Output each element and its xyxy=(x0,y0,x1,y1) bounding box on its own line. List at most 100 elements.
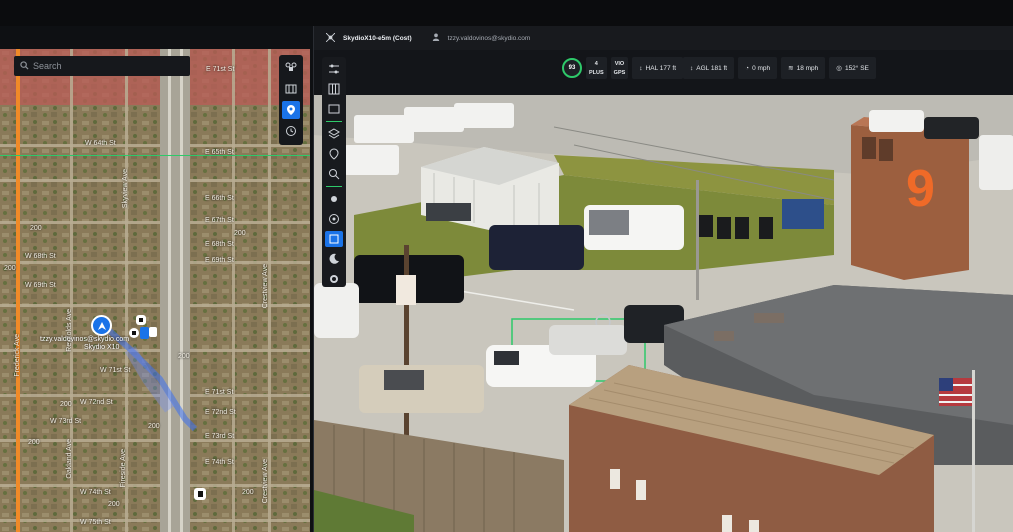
street-label: Fireside Ave xyxy=(120,449,127,488)
navigation-arrow-icon xyxy=(97,321,106,330)
thermal-button[interactable] xyxy=(325,271,343,287)
grid-icon xyxy=(328,83,340,95)
ground-speed: ◔ 0 mph xyxy=(738,57,778,79)
street-label: E 69th St xyxy=(205,257,234,264)
spotlight-button[interactable] xyxy=(325,191,343,207)
map-overlay-button[interactable] xyxy=(325,101,343,117)
street-label: Crestview Ave xyxy=(262,459,269,504)
street-label: E 71st St xyxy=(206,66,235,73)
street-label: Crestview Ave xyxy=(262,264,269,309)
address-number: 200 xyxy=(242,489,254,496)
address-number: 200 xyxy=(30,225,42,232)
app-root: E 71st St W 64th St E 65th St E 66th St … xyxy=(0,0,1013,532)
street-label: W 73rd St xyxy=(50,418,82,425)
user-location-label: tzzy.valdovinos@skydio.com Skydio X10 xyxy=(40,336,129,352)
street-label: Oakland Ave xyxy=(66,439,73,479)
user-location-marker[interactable] xyxy=(91,315,112,336)
sliders-icon xyxy=(329,64,339,74)
telemetry-row: 93 4 PLUS VIO GPS ↕ HAL 177 ft ↕ AGL 181… xyxy=(562,57,876,79)
address-number: 200 xyxy=(178,353,190,360)
drone-group-icon xyxy=(129,315,157,339)
speedometer-icon: ◔ xyxy=(745,64,750,72)
address-number: 200 xyxy=(148,423,160,430)
address-number: 200 xyxy=(234,230,246,237)
layers-icon xyxy=(328,128,340,139)
street-label: E 66th St xyxy=(205,195,234,202)
video-panel: SkydioX10-e5m (Cost) tzzy.valdovinos@sky… xyxy=(313,26,1013,532)
street-label: W 75th St xyxy=(80,519,111,526)
address-number: 200 xyxy=(108,501,120,508)
history-button[interactable] xyxy=(282,122,300,140)
telemetry-bar: 93 4 PLUS VIO GPS ↕ HAL 177 ft ↕ AGL 181… xyxy=(314,50,1013,95)
street-label: E 65th St xyxy=(205,149,234,156)
street-label: E 71st St xyxy=(205,389,234,396)
target-button[interactable] xyxy=(325,211,343,227)
zoom-icon xyxy=(329,168,340,180)
toolbar-separator xyxy=(326,185,342,187)
wind-speed: ≋ 18 mph xyxy=(781,57,826,79)
user-email-label: tzzy.valdovinos@skydio.com xyxy=(40,336,130,343)
map-toolbar xyxy=(279,55,303,145)
battery-value: 93 xyxy=(568,65,576,71)
toolbar-separator xyxy=(326,121,342,122)
map-panel[interactable]: E 71st St W 64th St E 65th St E 66th St … xyxy=(0,49,310,532)
location-pin-icon xyxy=(287,105,295,115)
vio-gps-badge[interactable]: VIO GPS xyxy=(610,57,629,79)
drone-marker-secondary[interactable] xyxy=(194,488,206,500)
target-icon xyxy=(329,213,339,224)
spotlight-icon xyxy=(331,195,337,202)
hal-value: HAL 177 ft xyxy=(645,64,677,72)
map-view-button[interactable] xyxy=(282,80,300,98)
address-number: 200 xyxy=(4,265,16,272)
location-pin-icon xyxy=(329,148,339,160)
altitude-icon: ↕ xyxy=(690,64,694,72)
zoom-button[interactable] xyxy=(325,166,343,182)
top-strip xyxy=(0,0,1013,26)
pilot-email: tzzy.valdovinos@skydio.com xyxy=(447,34,531,42)
video-titlebar: SkydioX10-e5m (Cost) tzzy.valdovinos@sky… xyxy=(314,26,1013,50)
gps-label: GPS xyxy=(613,69,626,76)
tracking-button[interactable] xyxy=(325,230,343,247)
address-number: 200 xyxy=(28,439,40,446)
street-label: Frederick Ave xyxy=(14,334,21,377)
camera-feed[interactable]: 9 xyxy=(314,95,1013,532)
agl-altitude: ↕ AGL 181 ft xyxy=(683,57,735,79)
map-search[interactable] xyxy=(14,56,190,76)
camera-settings-button[interactable] xyxy=(325,61,343,77)
street-label: W 68th St xyxy=(25,253,56,260)
street-label: W 69th St xyxy=(25,282,56,289)
locate-button[interactable] xyxy=(282,101,300,119)
clock-icon xyxy=(286,126,296,136)
layers-button[interactable] xyxy=(282,59,300,77)
hal-altitude: ↕ HAL 177 ft xyxy=(632,57,684,79)
search-icon xyxy=(20,57,29,75)
building-number: 9 xyxy=(906,160,935,218)
search-input[interactable] xyxy=(33,61,183,71)
map-icon xyxy=(285,84,297,94)
wind-icon: ≋ xyxy=(788,65,794,72)
street-label: W 72nd St xyxy=(80,399,113,406)
street-label: E 67th St xyxy=(205,217,234,224)
agl-value: AGL 181 ft xyxy=(696,64,728,72)
street-label: W 71st St xyxy=(100,367,131,374)
drone-icon xyxy=(285,62,297,71)
grid-button[interactable] xyxy=(325,81,343,97)
street-label: E 73rd St xyxy=(205,433,235,440)
layers-toggle-button[interactable] xyxy=(325,126,343,142)
street-label: Skyview Ave xyxy=(122,169,129,209)
night-mode-button[interactable] xyxy=(325,251,343,267)
street-label: E 72nd St xyxy=(205,409,236,416)
street-label: W 64th St xyxy=(85,140,116,147)
compass-icon: ◎ xyxy=(836,65,842,72)
plus-badge[interactable]: 4 PLUS xyxy=(586,57,607,79)
tracking-icon xyxy=(329,234,339,244)
street-label: W 74th St xyxy=(80,489,111,496)
drone-marker[interactable] xyxy=(128,315,158,339)
pin-button[interactable] xyxy=(325,146,343,162)
thermal-icon xyxy=(330,274,338,283)
battery-indicator[interactable]: 93 xyxy=(562,58,582,78)
map-icon xyxy=(328,104,340,114)
speed-value: 0 mph xyxy=(752,64,771,72)
user-icon xyxy=(432,33,440,43)
wind-value: 18 mph xyxy=(796,64,819,72)
